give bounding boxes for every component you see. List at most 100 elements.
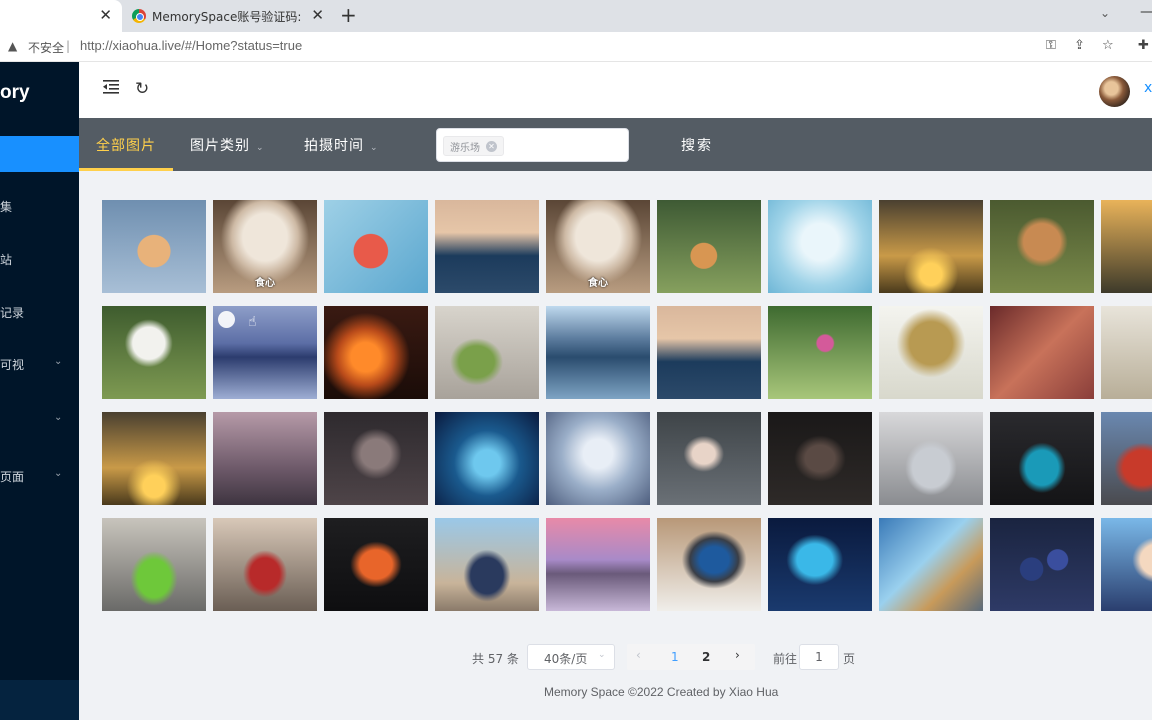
sidebar-item-6[interactable]: 页面 ⌄ xyxy=(0,466,79,486)
gallery-thumbnail[interactable] xyxy=(768,200,872,293)
tab-label: 拍摄时间 xyxy=(304,138,364,154)
gallery-thumbnail[interactable] xyxy=(435,518,539,611)
gallery-thumbnail[interactable] xyxy=(657,200,761,293)
prev-page-button[interactable]: ‹ xyxy=(636,648,641,662)
gallery-thumbnail[interactable] xyxy=(879,200,983,293)
total-count: 共 57 条 xyxy=(472,652,519,666)
gallery-thumbnail[interactable] xyxy=(324,412,428,505)
filter-bar: 全部图片 图片类别 ⌄ 拍摄时间 ⌄ 游乐场 ✕ 搜索 xyxy=(79,118,1152,171)
page-size-select[interactable]: 40条/页 ⌄ xyxy=(527,644,615,670)
tab-title: MemorySpace账号验证码: - C xyxy=(152,9,302,24)
chevron-down-icon: ⌄ xyxy=(54,468,63,479)
gallery-thumbnail[interactable] xyxy=(324,200,428,293)
gallery-thumbnail[interactable] xyxy=(768,518,872,611)
select-checkbox[interactable] xyxy=(218,311,235,328)
goto-page-input[interactable]: 1 xyxy=(799,644,839,670)
page-suffix: 页 xyxy=(843,652,856,666)
page-2-button[interactable]: 2 xyxy=(702,650,710,664)
refresh-icon[interactable]: ↻ xyxy=(135,79,149,99)
gallery-thumbnail[interactable] xyxy=(546,412,650,505)
gallery-thumbnail[interactable] xyxy=(435,412,539,505)
chrome-favicon-icon xyxy=(132,9,146,23)
url-divider: | xyxy=(66,39,71,53)
gallery-thumbnail[interactable] xyxy=(879,306,983,399)
gallery-thumbnail[interactable] xyxy=(213,412,317,505)
search-button[interactable]: 搜索 xyxy=(681,135,713,155)
gallery-thumbnail[interactable] xyxy=(546,518,650,611)
chevron-down-icon: ⌄ xyxy=(370,143,379,153)
gallery-thumbnail[interactable] xyxy=(1101,518,1152,611)
browser-tab-active[interactable]: ✕ xyxy=(0,0,122,32)
new-tab-button[interactable]: + xyxy=(340,3,357,27)
gallery-thumbnail[interactable] xyxy=(990,306,1094,399)
page-1-button[interactable]: 1 xyxy=(671,650,679,664)
star-icon[interactable]: ☆ xyxy=(1102,38,1114,53)
tab-close-icon[interactable]: ✕ xyxy=(311,7,324,23)
tab-all-images[interactable]: 全部图片 xyxy=(96,135,156,155)
gallery-thumbnail[interactable] xyxy=(990,412,1094,505)
gallery-thumbnail[interactable] xyxy=(1101,306,1152,399)
top-header: ↻ x xyxy=(79,62,1152,118)
gallery-thumbnail[interactable] xyxy=(990,518,1094,611)
tab-image-category[interactable]: 图片类别 ⌄ xyxy=(190,135,265,155)
sidebar-item-5[interactable]: ⌄ xyxy=(0,410,79,430)
gallery-thumbnail[interactable]: 食心 xyxy=(213,200,317,293)
url-input[interactable]: http://xiaohua.live/#/Home?status=true xyxy=(80,38,302,53)
gallery-thumbnail[interactable] xyxy=(102,200,206,293)
mouse-cursor-icon: ☝ xyxy=(248,314,257,330)
gallery-thumbnail[interactable] xyxy=(435,200,539,293)
sidebar-item-active[interactable] xyxy=(0,136,79,172)
address-bar: ▲ 不安全 | http://xiaohua.live/#/Home?statu… xyxy=(0,32,1152,62)
sidebar-footer xyxy=(0,680,79,720)
gallery-thumbnail[interactable]: 食心 xyxy=(546,200,650,293)
sidebar-item-label: 可视 xyxy=(0,358,25,372)
gallery-thumbnail[interactable] xyxy=(879,518,983,611)
gallery-thumbnail[interactable] xyxy=(324,306,428,399)
sidebar-item-4[interactable]: 可视 ⌄ xyxy=(0,354,79,374)
share-icon[interactable]: ⇪ xyxy=(1074,38,1085,53)
gallery-thumbnail[interactable] xyxy=(657,306,761,399)
menu-collapse-icon[interactable] xyxy=(103,80,119,94)
gallery-thumbnail[interactable] xyxy=(1101,412,1152,505)
sidebar-item-2[interactable]: 站 xyxy=(0,249,79,269)
gallery-thumbnail[interactable] xyxy=(768,306,872,399)
tab-close-icon[interactable]: ✕ xyxy=(99,7,112,23)
gallery-thumbnail[interactable] xyxy=(435,306,539,399)
thumbnail-caption: 食心 xyxy=(588,278,608,289)
image-gallery: 食心 食心 xyxy=(102,200,1152,612)
gallery-thumbnail[interactable] xyxy=(102,412,206,505)
sidebar-item-3[interactable]: 记录 xyxy=(0,302,79,322)
avatar[interactable] xyxy=(1099,76,1130,107)
browser-tab-memoryspace[interactable]: MemorySpace账号验证码: - C ✕ xyxy=(124,0,334,32)
gallery-thumbnail[interactable] xyxy=(102,306,206,399)
page-size-value: 40条/页 xyxy=(544,652,588,666)
gallery-thumbnail[interactable] xyxy=(879,412,983,505)
gallery-thumbnail[interactable] xyxy=(657,518,761,611)
next-page-button[interactable]: › xyxy=(735,648,740,662)
tag-select-input[interactable]: 游乐场 ✕ xyxy=(436,128,629,162)
close-icon[interactable]: x xyxy=(1144,80,1152,96)
extensions-icon[interactable]: ✚ xyxy=(1138,38,1149,53)
tag-close-icon[interactable]: ✕ xyxy=(486,140,497,152)
tab-search-chevron-icon[interactable]: ⌄ xyxy=(1100,6,1110,20)
gallery-thumbnail[interactable] xyxy=(1101,200,1152,293)
logo: ory xyxy=(0,82,30,103)
goto-label: 前往 xyxy=(773,652,798,666)
warning-icon[interactable]: ▲ xyxy=(8,39,17,53)
gallery-thumbnail[interactable] xyxy=(990,200,1094,293)
gallery-thumbnail[interactable] xyxy=(657,412,761,505)
key-icon[interactable]: ⚿ xyxy=(1046,38,1056,53)
pagination: 共 57 条 40条/页 ⌄ ‹ 1 2 › 前往 1 页 xyxy=(0,644,1152,670)
tag-label: 游乐场 xyxy=(450,142,480,154)
browser-tab-bar: ✕ MemorySpace账号验证码: - C ✕ + ⌄ — xyxy=(0,0,1152,32)
tab-shoot-time[interactable]: 拍摄时间 ⌄ xyxy=(304,135,379,155)
gallery-thumbnail[interactable] xyxy=(546,306,650,399)
gallery-thumbnail[interactable] xyxy=(768,412,872,505)
sidebar-item-1[interactable]: 集 xyxy=(0,196,79,216)
tab-label: 图片类别 xyxy=(190,138,250,154)
window-minimize-icon[interactable]: — xyxy=(1140,4,1152,20)
gallery-thumbnail[interactable] xyxy=(102,518,206,611)
insecure-label[interactable]: 不安全 xyxy=(28,39,64,56)
gallery-thumbnail[interactable] xyxy=(324,518,428,611)
gallery-thumbnail[interactable] xyxy=(213,518,317,611)
